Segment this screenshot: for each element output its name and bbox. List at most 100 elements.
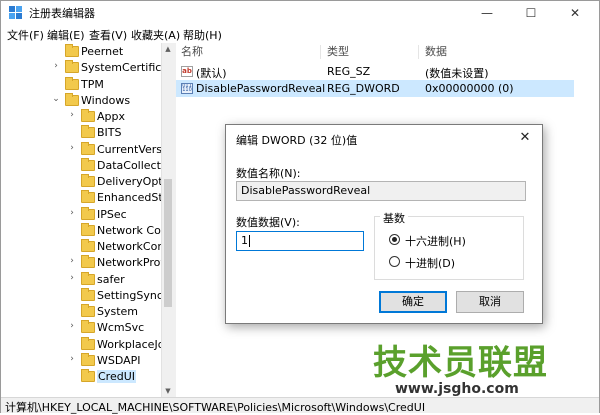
site-watermark: 技术员联盟 www.jsgho.com bbox=[373, 345, 599, 397]
tree-item[interactable]: Network Connections bbox=[1, 222, 173, 239]
watermark-text: 技术员联盟 bbox=[373, 343, 548, 383]
folder-icon bbox=[81, 157, 95, 171]
tree-item[interactable]: › SystemCertificates bbox=[1, 60, 173, 76]
tree-item-label: WSDAPI bbox=[97, 353, 141, 367]
minimize-button[interactable]: — bbox=[465, 1, 509, 25]
ok-button[interactable]: 确定 bbox=[379, 291, 447, 313]
value-type: REG_SZ bbox=[327, 65, 371, 78]
menu-view[interactable]: 查看(V) bbox=[89, 27, 127, 43]
folder-icon bbox=[65, 92, 79, 106]
folder-icon bbox=[81, 141, 95, 155]
base-group-title: 基数 bbox=[380, 210, 408, 226]
dialog-close-button[interactable]: ✕ bbox=[512, 127, 538, 149]
tree-item[interactable]: DeliveryOptimization bbox=[1, 174, 173, 190]
tree-item[interactable]: › IPSec bbox=[1, 206, 161, 223]
tree-item[interactable]: TPM bbox=[1, 76, 161, 93]
folder-icon bbox=[81, 271, 95, 285]
tree-item[interactable]: › WSDAPI bbox=[1, 352, 161, 369]
tree-scrollbar[interactable]: ▲ ▼ bbox=[161, 43, 173, 397]
watermark-url: www.jsgho.com bbox=[395, 381, 519, 397]
tree-item-label: CredUI bbox=[97, 370, 137, 383]
tree-item[interactable]: WorkplaceJoin bbox=[1, 336, 173, 353]
close-button[interactable]: ✕ bbox=[553, 1, 597, 25]
list-row[interactable]: 011 110 DisablePasswordReveal REG_DWORD 0… bbox=[176, 80, 574, 97]
tree-item[interactable]: EnhancedStorage bbox=[1, 190, 173, 206]
radio-dec-label[interactable]: 十进制(D) bbox=[405, 255, 455, 271]
folder-icon bbox=[65, 44, 79, 57]
tree-item-label: Windows bbox=[81, 93, 131, 107]
value-data-input[interactable]: 1 bbox=[236, 231, 364, 251]
folder-icon bbox=[81, 239, 95, 252]
folder-icon bbox=[81, 190, 95, 204]
value-name-field: DisablePasswordReveal bbox=[236, 181, 526, 201]
tree-item-label: WcmSvc bbox=[97, 321, 145, 335]
registry-tree[interactable]: CredUI › WSDAPI WorkplaceJoin › WcmSvc System S… bbox=[1, 43, 173, 397]
folder-icon bbox=[65, 60, 79, 74]
expand-arrow-icon[interactable]: › bbox=[67, 208, 77, 218]
tree-item[interactable]: Peernet bbox=[1, 44, 161, 60]
tree-item[interactable]: ›NetworkProvider bbox=[1, 255, 173, 271]
tree-item[interactable]: CredUI bbox=[1, 369, 161, 385]
maximize-button[interactable]: ☐ bbox=[509, 1, 553, 25]
dialog-title: 编辑 DWORD (32 位)值 bbox=[236, 134, 358, 147]
column-header-data[interactable]: 数据 bbox=[420, 43, 574, 61]
tree-item-label: Appx bbox=[97, 110, 125, 123]
status-bar: 计算机\HKEY_LOCAL_MACHINE\SOFTWARE\Policies… bbox=[1, 397, 599, 414]
title-bar: 注册表编辑器 — ☐ ✕ bbox=[1, 1, 599, 25]
expand-arrow-icon[interactable]: › bbox=[67, 256, 77, 266]
radio-hex-label[interactable]: 十六进制(H) bbox=[405, 233, 466, 249]
tree-item-label: safer bbox=[97, 272, 125, 286]
column-header-name[interactable]: 名称 bbox=[176, 43, 322, 61]
folder-icon bbox=[81, 287, 95, 301]
tree-item-label: System bbox=[97, 305, 139, 318]
tree-item[interactable]: System bbox=[1, 304, 161, 320]
value-name-text: DisablePasswordReveal bbox=[241, 184, 371, 197]
expand-arrow-icon[interactable]: › bbox=[67, 273, 77, 283]
scroll-thumb[interactable] bbox=[164, 179, 172, 307]
tree-item[interactable]: SettingSync bbox=[1, 287, 163, 304]
base-groupbox: 基数 十六进制(H) 十进制(D) bbox=[374, 210, 524, 280]
tree-item[interactable]: › safer bbox=[1, 271, 161, 288]
tree-item-label: Peernet bbox=[81, 45, 124, 58]
folder-icon bbox=[81, 304, 95, 317]
tree-item[interactable]: › Appx bbox=[1, 109, 161, 125]
folder-icon bbox=[81, 320, 95, 334]
tree-item[interactable]: BITS bbox=[1, 125, 161, 141]
value-name: (默认) bbox=[196, 67, 227, 80]
column-header-type[interactable]: 类型 bbox=[322, 43, 420, 61]
radio-hex[interactable]: 十六进制(H) bbox=[389, 233, 509, 249]
tree-item[interactable]: › CurrentVersion bbox=[1, 141, 173, 158]
scroll-up-arrow-icon[interactable]: ▲ bbox=[162, 43, 173, 55]
folder-icon bbox=[81, 222, 95, 236]
folder-icon bbox=[81, 206, 95, 220]
column-divider[interactable] bbox=[320, 45, 321, 59]
menu-edit[interactable]: 编辑(E) bbox=[47, 27, 85, 43]
expand-arrow-icon[interactable]: › bbox=[67, 321, 77, 331]
column-divider[interactable] bbox=[418, 45, 419, 59]
expand-arrow-icon[interactable]: › bbox=[67, 110, 77, 120]
folder-icon bbox=[81, 255, 95, 269]
regedit-app-icon bbox=[9, 6, 22, 19]
menu-file[interactable]: 文件(F) bbox=[7, 27, 44, 43]
tree-item[interactable]: ⌄ Windows bbox=[1, 92, 161, 109]
expand-arrow-icon[interactable]: › bbox=[67, 143, 77, 153]
tree-item[interactable]: NetworkConnectivity bbox=[1, 239, 173, 255]
list-row[interactable]: ab (默认) REG_SZ (数值未设置) bbox=[176, 63, 574, 80]
radio-dec-indicator[interactable] bbox=[389, 256, 400, 267]
collapse-arrow-icon[interactable]: ⌄ bbox=[51, 94, 61, 104]
radio-dec[interactable]: 十进制(D) bbox=[389, 255, 509, 271]
tree-item[interactable]: DataCollection bbox=[1, 157, 173, 174]
expand-arrow-icon[interactable]: › bbox=[51, 61, 61, 71]
expand-arrow-icon[interactable]: › bbox=[67, 354, 77, 364]
cancel-button[interactable]: 取消 bbox=[456, 291, 524, 313]
regedit-window: 注册表编辑器 — ☐ ✕ 文件(F) 编辑(E) 查看(V) 收藏夹(A) 帮助… bbox=[0, 0, 600, 414]
tree-item-label: IPSec bbox=[97, 207, 127, 221]
menu-help[interactable]: 帮助(H) bbox=[183, 27, 222, 43]
string-value-icon: ab bbox=[181, 66, 193, 77]
tree-item[interactable]: › WcmSvc bbox=[1, 320, 161, 336]
edit-dword-dialog: 编辑 DWORD (32 位)值 ✕ 数值名称(N): DisablePassw… bbox=[225, 124, 543, 324]
menu-favorites[interactable]: 收藏夹(A) bbox=[131, 27, 180, 43]
radio-hex-indicator[interactable] bbox=[389, 234, 400, 245]
value-name: DisablePasswordReveal bbox=[196, 82, 326, 95]
scroll-down-arrow-icon[interactable]: ▼ bbox=[162, 385, 173, 397]
